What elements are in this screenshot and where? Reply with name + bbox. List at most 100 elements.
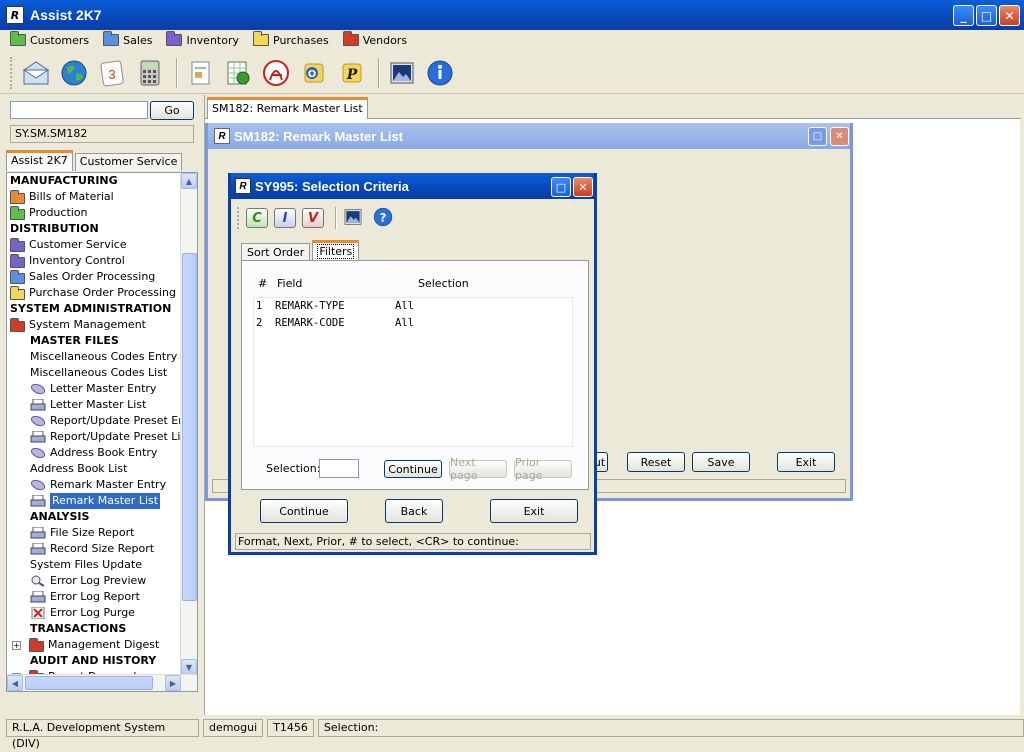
filter-list[interactable]: 1 REMARK-TYPE All 2 REMARK-CODE All (253, 297, 573, 447)
menu-sales[interactable]: Sales (101, 31, 154, 47)
wallpaper-icon[interactable] (342, 206, 364, 231)
maximize-button[interactable]: □ (976, 5, 997, 26)
menu-inventory[interactable]: Inventory (164, 31, 241, 47)
tree-item[interactable]: Production (7, 205, 181, 221)
sm182-close-button[interactable]: ✕ (830, 127, 849, 146)
tree-item[interactable]: Sales Order Processing (7, 269, 181, 285)
app-logo-icon: R (235, 178, 251, 194)
filter-row[interactable]: 1 REMARK-TYPE All (254, 298, 572, 314)
entry-icon (30, 447, 46, 459)
minimize-button[interactable]: _ (953, 5, 974, 26)
selection-input[interactable] (319, 459, 359, 478)
scroll-right-icon[interactable]: ▶ (165, 675, 181, 691)
svg-text:O: O (308, 69, 317, 80)
save-button[interactable]: Save (692, 452, 750, 472)
folder-icon (10, 238, 25, 252)
tree-item[interactable]: Purchase Order Processing (7, 285, 181, 301)
help-icon[interactable]: ? (372, 206, 394, 231)
v-icon[interactable]: V (302, 208, 324, 228)
exit-button[interactable]: Exit (490, 499, 578, 523)
app-title: Assist 2K7 (30, 7, 102, 23)
close-button[interactable]: ✕ (999, 5, 1020, 26)
prior-page-button[interactable]: Prior page (514, 456, 572, 482)
c-icon[interactable]: C (246, 208, 268, 228)
tree-item[interactable]: Error Log Report (7, 589, 181, 605)
tree-item[interactable]: Error Log Preview (7, 573, 181, 589)
continue-button[interactable]: Continue (260, 499, 348, 523)
continue-inner-button[interactable]: Continue (384, 460, 442, 478)
notepad-icon[interactable] (183, 56, 217, 90)
menu-customers[interactable]: Customers (8, 31, 91, 47)
next-page-button[interactable]: Next page (449, 456, 507, 482)
svg-text:P: P (346, 67, 358, 83)
column-selection: Selection (418, 277, 469, 290)
tree-item[interactable]: Letter Master List (7, 397, 181, 413)
calendar-icon[interactable]: 3 (95, 56, 129, 90)
i-icon[interactable]: I (274, 208, 296, 228)
status-user: demogui (202, 719, 264, 737)
sm182-exit-button[interactable]: Exit (777, 452, 835, 472)
tree-item[interactable]: Error Log Purge (7, 605, 181, 621)
tree-item[interactable]: System Management (7, 317, 181, 333)
tree-item[interactable]: Report/Update Preset List (7, 429, 191, 445)
tree-item[interactable]: Remark Master Entry (7, 477, 181, 493)
outlook-icon[interactable]: O (297, 56, 331, 90)
go-button[interactable]: Go (150, 101, 194, 120)
tree-horizontal-scrollbar[interactable]: ◀ ▶ (7, 674, 197, 691)
left-navigation-pane: Go SY.SM.SM182 Assist 2K7 Customer Servi… (4, 95, 200, 715)
selection-label: Selection: (266, 462, 321, 475)
calculator-icon[interactable] (133, 56, 167, 90)
tree-item[interactable]: Miscellaneous Codes Entry (7, 349, 181, 365)
tree-item[interactable]: Letter Master Entry (7, 381, 181, 397)
acrobat-icon[interactable] (259, 56, 293, 90)
reset-button[interactable]: Reset (627, 452, 685, 472)
tab-filters[interactable]: Filters (312, 240, 360, 261)
folder-icon (103, 31, 120, 46)
tree-item[interactable]: Address Book Entry (7, 445, 181, 461)
spreadsheet-icon[interactable] (221, 56, 255, 90)
expand-icon[interactable]: + (12, 640, 21, 650)
tree-vertical-scrollbar[interactable]: ▲ ▼ (180, 173, 197, 675)
info-icon[interactable] (423, 56, 457, 90)
mail-icon[interactable] (19, 56, 53, 90)
app-titlebar: R Assist 2K7 _ □ ✕ (0, 0, 1024, 30)
filter-row[interactable]: 2 REMARK-CODE All (254, 315, 572, 331)
scroll-thumb[interactable] (25, 676, 153, 690)
tree-item[interactable]: System Files Update (7, 557, 181, 573)
scroll-down-icon[interactable]: ▼ (181, 659, 197, 675)
tree-item[interactable]: Address Book List (7, 461, 181, 477)
tree-item[interactable]: File Size Report (7, 525, 181, 541)
tree-item[interactable]: Remark Master List (7, 493, 181, 509)
back-button[interactable]: Back (385, 499, 443, 523)
tree-item[interactable]: Bills of Material (7, 189, 181, 205)
scroll-thumb[interactable] (182, 253, 197, 601)
tree-item[interactable]: Miscellaneous Codes List (7, 365, 181, 381)
menu-purchases[interactable]: Purchases (251, 31, 331, 47)
tab-assist-2k7[interactable]: Assist 2K7 (6, 150, 73, 171)
powerpoint-icon[interactable]: P (335, 56, 369, 90)
dialog-maximize-button[interactable]: □ (551, 177, 571, 197)
sm182-title: SM182: Remark Master List (234, 128, 404, 144)
column-field: Field (277, 277, 303, 290)
sm182-maximize-button[interactable]: □ (808, 127, 827, 146)
tab-customer-service[interactable]: Customer Service (74, 153, 183, 171)
tab-sm182[interactable]: SM182: Remark Master List (207, 97, 368, 119)
entry-icon (30, 415, 46, 427)
tree-subheader: ANALYSIS (30, 510, 90, 523)
folder-icon (29, 638, 44, 652)
scroll-left-icon[interactable]: ◀ (7, 675, 23, 691)
dialog-close-button[interactable]: ✕ (573, 177, 593, 197)
scroll-up-icon[interactable]: ▲ (181, 173, 197, 189)
tree-item[interactable]: Report/Update Preset Entr (7, 413, 194, 429)
search-input[interactable] (10, 101, 148, 119)
tree-subheader: AUDIT AND HISTORY (30, 654, 157, 667)
tree-item[interactable]: + Management Digest (7, 637, 181, 653)
tab-sort-order[interactable]: Sort Order (241, 243, 311, 261)
wallpaper-icon[interactable] (385, 56, 419, 90)
tree-item[interactable]: Customer Service (7, 237, 181, 253)
menu-vendors[interactable]: Vendors (341, 31, 409, 47)
tree-item[interactable]: Inventory Control (7, 253, 181, 269)
tree-item[interactable]: Record Size Report (7, 541, 181, 557)
tree-subheader: TRANSACTIONS (30, 622, 127, 635)
globe-icon[interactable] (57, 56, 91, 90)
